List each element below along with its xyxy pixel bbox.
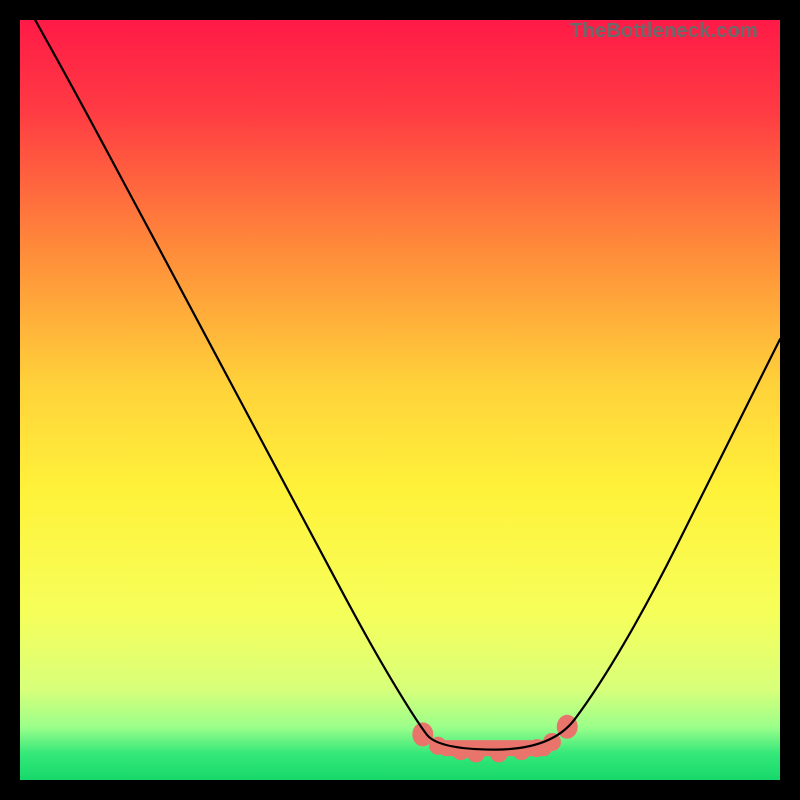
highlight-dot bbox=[490, 744, 508, 762]
gradient-background bbox=[20, 20, 780, 780]
highlight-dot bbox=[513, 742, 531, 760]
chart-frame: TheBottleneck.com bbox=[20, 20, 780, 780]
watermark-text: TheBottleneck.com bbox=[570, 20, 758, 43]
bottleneck-chart bbox=[20, 20, 780, 780]
highlight-dot bbox=[467, 744, 485, 762]
highlight-dot bbox=[452, 742, 470, 760]
